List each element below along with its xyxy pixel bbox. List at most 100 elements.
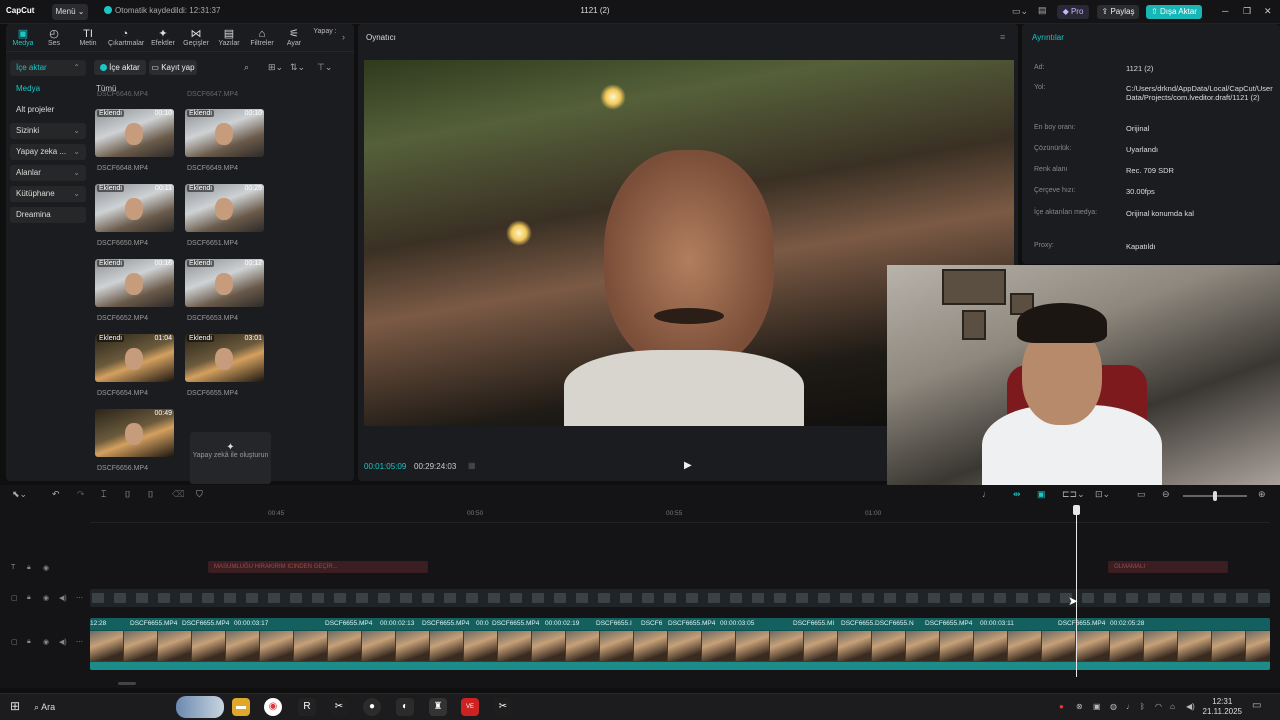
tab-stickers[interactable]: ◔ Çıkartmalar bbox=[108, 28, 144, 47]
tab-audio[interactable]: ◴ Ses bbox=[37, 28, 71, 47]
lock-icon[interactable]: 🔒︎ bbox=[27, 638, 31, 646]
tab-filters[interactable]: ⌂ Filtreler bbox=[245, 28, 279, 47]
shield-icon[interactable]: ⛉ bbox=[196, 489, 203, 500]
undo-icon[interactable]: ↶ bbox=[52, 489, 60, 500]
sidebar-item-media[interactable]: Medya bbox=[10, 81, 86, 97]
volume-icon[interactable]: ◀) bbox=[1186, 702, 1195, 711]
delete-icon[interactable]: ⌫ bbox=[172, 489, 185, 500]
media-clip-thumbnail[interactable]: Eklendi 00:10 bbox=[95, 109, 174, 157]
sort-icon[interactable]: ⇅⌄ bbox=[290, 62, 305, 73]
playhead[interactable] bbox=[1073, 505, 1080, 677]
tab-effects[interactable]: ✦ Efektler bbox=[146, 28, 180, 47]
r-app-icon[interactable]: R bbox=[298, 698, 316, 716]
layout-icon[interactable]: ▭⌄ bbox=[1012, 6, 1028, 17]
zoom-out-icon[interactable]: ⊖ bbox=[1162, 489, 1170, 500]
capcut-icon[interactable]: ✂ bbox=[330, 698, 348, 716]
media-clip-thumbnail[interactable]: Eklendi 00:10 bbox=[185, 109, 264, 157]
overlay-track[interactable] bbox=[90, 589, 1270, 607]
magnet-icon[interactable]: ▣ bbox=[1037, 489, 1046, 500]
media-clip-thumbnail[interactable]: Eklendi 00:11 bbox=[95, 184, 174, 232]
davinci-icon[interactable]: ◐ bbox=[396, 698, 414, 716]
ai-create-card[interactable]: ✦ Yapay zekâ ile oluşturun bbox=[190, 432, 271, 484]
sidebar-item-ai[interactable]: Yapay zeka ... ⌄ bbox=[10, 144, 86, 160]
select-tool-icon[interactable]: ⬉⌄ bbox=[12, 489, 27, 500]
close-icon[interactable]: ✕ bbox=[1264, 6, 1272, 17]
media-clip-thumbnail[interactable]: Eklendi 01:04 bbox=[95, 334, 174, 382]
eye-icon[interactable]: ◉ bbox=[43, 564, 49, 572]
notification-icon[interactable]: ▭ bbox=[1252, 700, 1261, 711]
record-tray-icon[interactable]: ● bbox=[1059, 702, 1064, 711]
capcut-active-icon[interactable]: ✂ bbox=[494, 698, 512, 716]
sidebar-item-library[interactable]: Kütüphane ⌄ bbox=[10, 186, 86, 202]
tab-transitions[interactable]: ⋈ Geçişler bbox=[179, 28, 213, 47]
zoom-slider-handle[interactable] bbox=[1213, 491, 1217, 501]
caption-icon[interactable]: ▭ bbox=[1137, 489, 1146, 500]
sidebar-item-spaces[interactable]: Alanlar ⌄ bbox=[10, 165, 86, 181]
more-icon[interactable]: ⋯ bbox=[76, 638, 83, 646]
maximize-icon[interactable]: ❐ bbox=[1243, 6, 1251, 17]
lock-icon[interactable]: 🔒︎ bbox=[27, 564, 31, 572]
tab-text[interactable]: TI Metin bbox=[71, 28, 105, 47]
media-clip-thumbnail[interactable]: Eklendi 03:01 bbox=[185, 334, 264, 382]
microphone-icon[interactable]: ♩ bbox=[982, 489, 991, 499]
network-icon[interactable]: ⌂ bbox=[1170, 702, 1175, 711]
microphone-icon[interactable]: ♩ bbox=[1126, 702, 1134, 711]
player-menu-icon[interactable]: ≡ bbox=[1000, 32, 1005, 42]
video-editor-icon[interactable]: VE bbox=[461, 698, 479, 716]
split-right-icon[interactable]: ⌷ bbox=[148, 489, 153, 500]
windows-start-icon[interactable]: ⊞ bbox=[10, 699, 20, 713]
export-button[interactable]: ⇧ Dışa Aktar bbox=[1146, 5, 1202, 19]
sidebar-item-yours[interactable]: Sizinki ⌄ bbox=[10, 123, 86, 139]
search-icon[interactable]: ⌕ bbox=[244, 62, 249, 73]
text-clip[interactable]: OLMAMALI bbox=[1108, 561, 1228, 573]
time-ruler[interactable]: 00:45 00:50 00:55 01:00 bbox=[90, 505, 1270, 523]
app-icon[interactable]: ● bbox=[363, 698, 381, 716]
media-clip-thumbnail[interactable]: Eklendi 00:12 bbox=[185, 259, 264, 307]
tray-app-icon[interactable]: ▣ bbox=[1093, 702, 1101, 711]
pro-button[interactable]: ◆ Pro bbox=[1057, 5, 1089, 19]
zoom-slider[interactable] bbox=[1183, 491, 1247, 501]
redo-icon[interactable]: ↷ bbox=[77, 489, 85, 500]
split-left-icon[interactable]: ⌷ bbox=[125, 489, 130, 500]
eye-icon[interactable]: ◉ bbox=[43, 594, 49, 602]
link-icon[interactable]: ⇹ bbox=[1013, 489, 1021, 500]
chrome-icon[interactable]: ◉ bbox=[264, 698, 282, 716]
tray-app-icon[interactable]: ⊗ bbox=[1076, 702, 1083, 711]
chevron-right-icon[interactable]: › bbox=[342, 32, 345, 42]
playhead-handle[interactable] bbox=[1073, 505, 1080, 515]
file-explorer-icon[interactable]: ▬ bbox=[232, 698, 250, 716]
play-button[interactable]: ▶ bbox=[684, 460, 692, 471]
split-icon[interactable]: ⌶ bbox=[101, 489, 106, 500]
media-clip-thumbnail[interactable]: 00:49 bbox=[95, 409, 174, 457]
eye-icon[interactable]: ◉ bbox=[43, 638, 49, 646]
tab-adjust[interactable]: ⚟ Ayar bbox=[277, 28, 311, 47]
media-clip-thumbnail[interactable]: Eklendi 00:16 bbox=[95, 259, 174, 307]
wifi-icon[interactable]: ◠ bbox=[1155, 702, 1162, 711]
tab-media[interactable]: ▣ Medya bbox=[6, 28, 40, 47]
sidebar-item-subprojects[interactable]: Alt projeler bbox=[10, 102, 86, 118]
bluetooth-icon[interactable]: ᛒ bbox=[1140, 702, 1145, 711]
main-video-track[interactable]: 12:28 DSCF6655.MP4 DSCF6655.MP4 00:00:03:17… bbox=[90, 618, 1270, 670]
grid-view-icon[interactable]: ⊞⌄ bbox=[268, 62, 283, 73]
filter-icon[interactable]: ⊤⌄ bbox=[317, 62, 332, 73]
share-button[interactable]: ⇪ Paylaş bbox=[1097, 5, 1139, 19]
more-icon[interactable]: ⋯ bbox=[76, 594, 83, 602]
tray-app-icon[interactable]: ◍ bbox=[1110, 702, 1117, 711]
speaker-icon[interactable]: ◀) bbox=[59, 594, 67, 602]
menu-button[interactable]: Menü ⌄ bbox=[52, 4, 88, 20]
taskbar-clock[interactable]: 12:31 21.11.2025 bbox=[1203, 697, 1242, 717]
timecode-format-icon[interactable]: ▦ bbox=[468, 461, 476, 470]
sidebar-item-dreamina[interactable]: Dreamina bbox=[10, 207, 86, 223]
sidebar-item-import[interactable]: İçe aktar ⌃ bbox=[10, 60, 86, 76]
preview-axis-icon[interactable]: ⊏⊐⌄ bbox=[1062, 489, 1085, 500]
minimize-icon[interactable]: ─ bbox=[1222, 6, 1228, 16]
horizontal-scrollbar[interactable] bbox=[118, 682, 136, 685]
shortcut-icon[interactable]: ▤ bbox=[1038, 5, 1047, 16]
tab-ai[interactable]: Yapay : bbox=[308, 28, 342, 35]
lock-icon[interactable]: 🔒︎ bbox=[27, 594, 31, 602]
record-button[interactable]: ▭ Kayıt yap bbox=[149, 60, 197, 75]
text-clip[interactable]: MASUMLUĞU HIRAKIRIM ICINDEN GEÇİR... bbox=[208, 561, 428, 573]
taskbar-search[interactable]: ⌕ Ara bbox=[34, 699, 154, 716]
zoom-in-icon[interactable]: ⊕ bbox=[1258, 489, 1266, 500]
tab-captions[interactable]: ▤ Yazılar bbox=[212, 28, 246, 47]
